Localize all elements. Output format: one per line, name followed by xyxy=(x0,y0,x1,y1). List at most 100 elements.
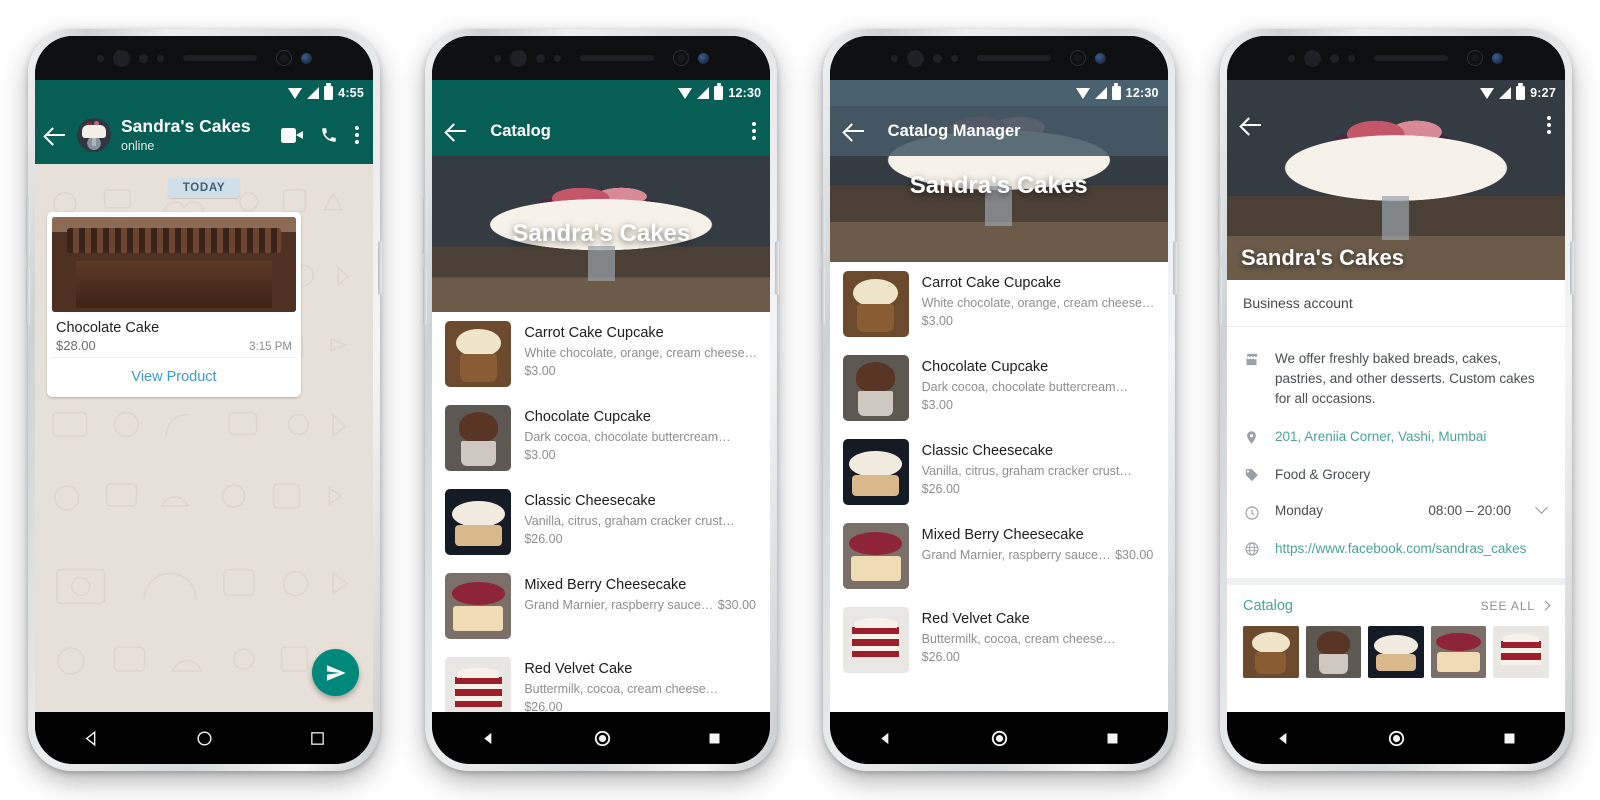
volume-down-button[interactable] xyxy=(820,267,825,325)
camera-lens-icon xyxy=(300,52,312,64)
power-button[interactable] xyxy=(1172,241,1177,295)
catalog-manager-title: Catalog Manager xyxy=(887,121,1021,140)
sensor-dot-icon xyxy=(493,54,501,62)
recents-nav-icon[interactable] xyxy=(1105,731,1120,746)
business-address: 201, Areniia Corner, Vashi, Mumbai xyxy=(1274,428,1487,444)
hours-row[interactable]: Monday 08:00 – 20:00 xyxy=(1227,494,1565,530)
status-bar: 9:27 xyxy=(1227,80,1565,106)
volume-down-button[interactable] xyxy=(1217,267,1222,325)
battery-icon xyxy=(1111,83,1121,100)
signal-icon xyxy=(1499,87,1512,99)
list-item[interactable]: Carrot Cake Cupcake White chocolate, ora… xyxy=(830,262,1168,346)
back-nav-icon[interactable] xyxy=(1275,730,1292,747)
iris-scanner-icon xyxy=(1070,50,1087,66)
back-arrow-icon[interactable] xyxy=(446,120,468,142)
volume-up-button[interactable] xyxy=(1217,197,1222,255)
back-arrow-icon[interactable] xyxy=(1241,114,1263,136)
volume-down-button[interactable] xyxy=(26,267,30,325)
product-price: $3.00 xyxy=(524,447,556,462)
product-description: Vanilla, citrus, graham cracker crust… xyxy=(921,463,1132,478)
list-item[interactable]: Chocolate Cupcake Dark cocoa, chocolate … xyxy=(432,396,770,480)
product-description: Grand Marnier, raspberry sauce… xyxy=(921,547,1111,562)
catalog-thumbnail[interactable] xyxy=(1493,625,1549,678)
power-button[interactable] xyxy=(775,241,780,295)
sensor-dot-icon xyxy=(933,53,943,63)
power-button[interactable] xyxy=(1569,241,1574,295)
list-item[interactable]: Red Velvet Cake Buttermilk, cocoa, cream… xyxy=(830,598,1168,682)
website-row[interactable]: https://www.facebook.com/sandras_cakes xyxy=(1227,530,1565,568)
list-item[interactable]: Classic Cheesecake Vanilla, citrus, grah… xyxy=(830,430,1168,514)
status-bar: 12:30 xyxy=(829,80,1168,106)
product-message-card[interactable]: Chocolate Cake $28.00 3:15 PM View Produ… xyxy=(47,212,301,397)
volume-up-button[interactable] xyxy=(26,197,30,255)
list-item[interactable]: Mixed Berry Cheesecake Grand Marnier, ra… xyxy=(830,514,1168,598)
battery-icon xyxy=(714,83,724,100)
home-nav-icon[interactable] xyxy=(195,729,214,748)
address-row[interactable]: 201, Areniia Corner, Vashi, Mumbai xyxy=(1227,418,1565,456)
product-name: Chocolate Cupcake xyxy=(524,409,651,425)
wifi-icon xyxy=(678,87,693,99)
back-nav-icon[interactable] xyxy=(480,730,497,747)
catalog-thumbnail[interactable] xyxy=(1430,625,1487,678)
product-name: Carrot Cake Cupcake xyxy=(921,275,1062,291)
sensor-dot-icon xyxy=(891,54,899,62)
catalog-manager-header: Catalog Manager xyxy=(829,106,1168,156)
business-website: https://www.facebook.com/sandras_cakes xyxy=(1274,540,1527,556)
product-price: $26.00 xyxy=(524,699,563,712)
voice-call-icon[interactable] xyxy=(320,126,338,144)
product-meta: Chocolate Cake $28.00 3:15 PM xyxy=(52,312,296,357)
product-price: $28.00 xyxy=(56,337,96,353)
video-call-icon[interactable] xyxy=(281,127,303,143)
view-product-button[interactable]: View Product xyxy=(52,356,296,397)
sensor-dot-icon xyxy=(156,54,164,62)
recents-nav-icon[interactable] xyxy=(309,730,326,747)
overflow-menu-icon[interactable] xyxy=(1546,116,1551,134)
back-arrow-icon[interactable] xyxy=(844,120,866,142)
home-nav-icon[interactable] xyxy=(593,729,612,748)
wifi-icon xyxy=(288,87,303,99)
see-all-button[interactable]: SEE ALL xyxy=(1481,599,1551,613)
avatar[interactable] xyxy=(77,118,111,152)
phone-catalog: 12:30 Catalog Sandra's Cakes Carrot Cake… xyxy=(423,29,780,771)
catalog-thumbnail[interactable] xyxy=(1368,625,1424,678)
catalog-thumbnail[interactable] xyxy=(1242,625,1299,678)
chat-presence-status: online xyxy=(121,138,155,153)
product-price: $26.00 xyxy=(921,481,960,496)
hero-business-name: Sandra's Cakes xyxy=(512,220,691,247)
business-account-label: Business account xyxy=(1226,280,1565,327)
send-button[interactable] xyxy=(312,649,359,696)
camera-lens-icon xyxy=(1095,52,1107,64)
business-info-block: We offer freshly baked breads, cakes, pa… xyxy=(1227,327,1565,578)
volume-up-button[interactable] xyxy=(820,197,825,255)
back-nav-icon[interactable] xyxy=(877,730,894,747)
volume-up-button[interactable] xyxy=(423,197,428,255)
front-camera-icon xyxy=(1304,49,1322,67)
signal-icon xyxy=(1094,87,1107,99)
back-nav-icon[interactable] xyxy=(82,729,101,748)
catalog-header: Catalog xyxy=(432,106,770,156)
home-nav-icon[interactable] xyxy=(1387,729,1406,748)
overflow-menu-icon[interactable] xyxy=(355,126,359,144)
overflow-menu-icon[interactable] xyxy=(752,122,757,140)
catalog-thumbnail[interactable] xyxy=(1305,625,1362,678)
sensor-dot-icon xyxy=(138,53,148,63)
recents-nav-icon[interactable] xyxy=(1502,731,1517,746)
list-item[interactable]: Mixed Berry Cheesecake Grand Marnier, ra… xyxy=(432,564,770,648)
chat-contact-info[interactable]: Sandra's Cakes online xyxy=(121,116,271,155)
list-item[interactable]: Chocolate Cupcake Dark cocoa, chocolate … xyxy=(830,346,1168,430)
list-item[interactable]: Red Velvet Cake Buttermilk, cocoa, cream… xyxy=(432,648,770,712)
chevron-down-icon[interactable] xyxy=(1535,500,1548,514)
list-item[interactable]: Carrot Cake Cupcake White chocolate, ora… xyxy=(432,312,770,396)
android-nav-bar xyxy=(35,712,373,764)
volume-down-button[interactable] xyxy=(423,267,428,325)
home-nav-icon[interactable] xyxy=(990,729,1009,748)
profile-hero: 9:27 Sandra's Cakes xyxy=(1226,80,1565,280)
back-arrow-icon[interactable] xyxy=(45,124,67,146)
recents-nav-icon[interactable] xyxy=(707,731,722,746)
catalog-thumbnail-strip xyxy=(1242,614,1549,692)
list-item[interactable]: Classic Cheesecake Vanilla, citrus, grah… xyxy=(432,480,770,564)
product-image[interactable] xyxy=(52,217,296,312)
sensor-dot-icon xyxy=(1330,53,1340,63)
sensor-dot-icon xyxy=(96,54,104,62)
power-button[interactable] xyxy=(378,241,382,295)
